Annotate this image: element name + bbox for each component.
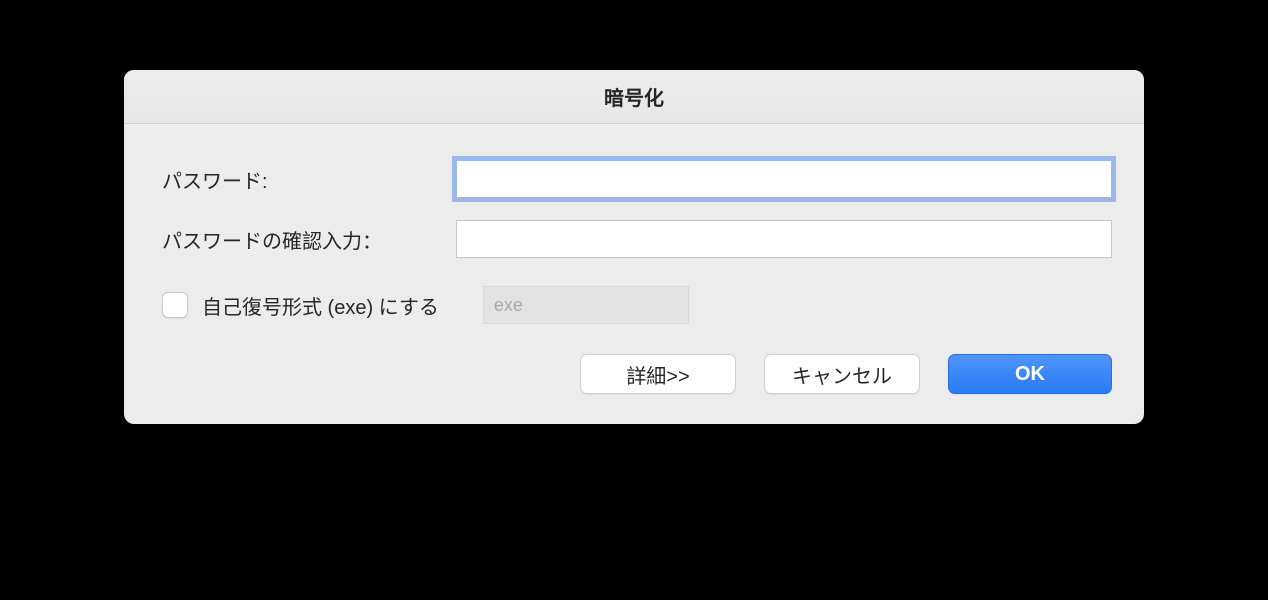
encryption-dialog: 暗号化 パスワード: パスワードの確認入力： 自己復号形式 (exe) にする …	[124, 70, 1144, 424]
self-extract-row: 自己復号形式 (exe) にする	[156, 286, 1112, 324]
exe-name-input	[483, 286, 689, 324]
confirm-password-label: パスワードの確認入力：	[156, 225, 456, 254]
self-extract-checkbox[interactable]	[162, 292, 188, 318]
password-label: パスワード:	[156, 165, 456, 194]
self-extract-label: 自己復号形式 (exe) にする	[202, 291, 439, 320]
dialog-titlebar: 暗号化	[124, 70, 1144, 124]
button-row: 詳細>> キャンセル OK	[156, 354, 1112, 394]
dialog-title: 暗号化	[604, 82, 664, 111]
password-input[interactable]	[456, 160, 1112, 198]
confirm-password-row: パスワードの確認入力：	[156, 220, 1112, 258]
detail-button[interactable]: 詳細>>	[580, 354, 736, 394]
confirm-password-input[interactable]	[456, 220, 1112, 258]
cancel-button[interactable]: キャンセル	[764, 354, 920, 394]
dialog-content: パスワード: パスワードの確認入力： 自己復号形式 (exe) にする 詳細>>…	[124, 124, 1144, 424]
password-row: パスワード:	[156, 160, 1112, 198]
ok-button[interactable]: OK	[948, 354, 1112, 394]
